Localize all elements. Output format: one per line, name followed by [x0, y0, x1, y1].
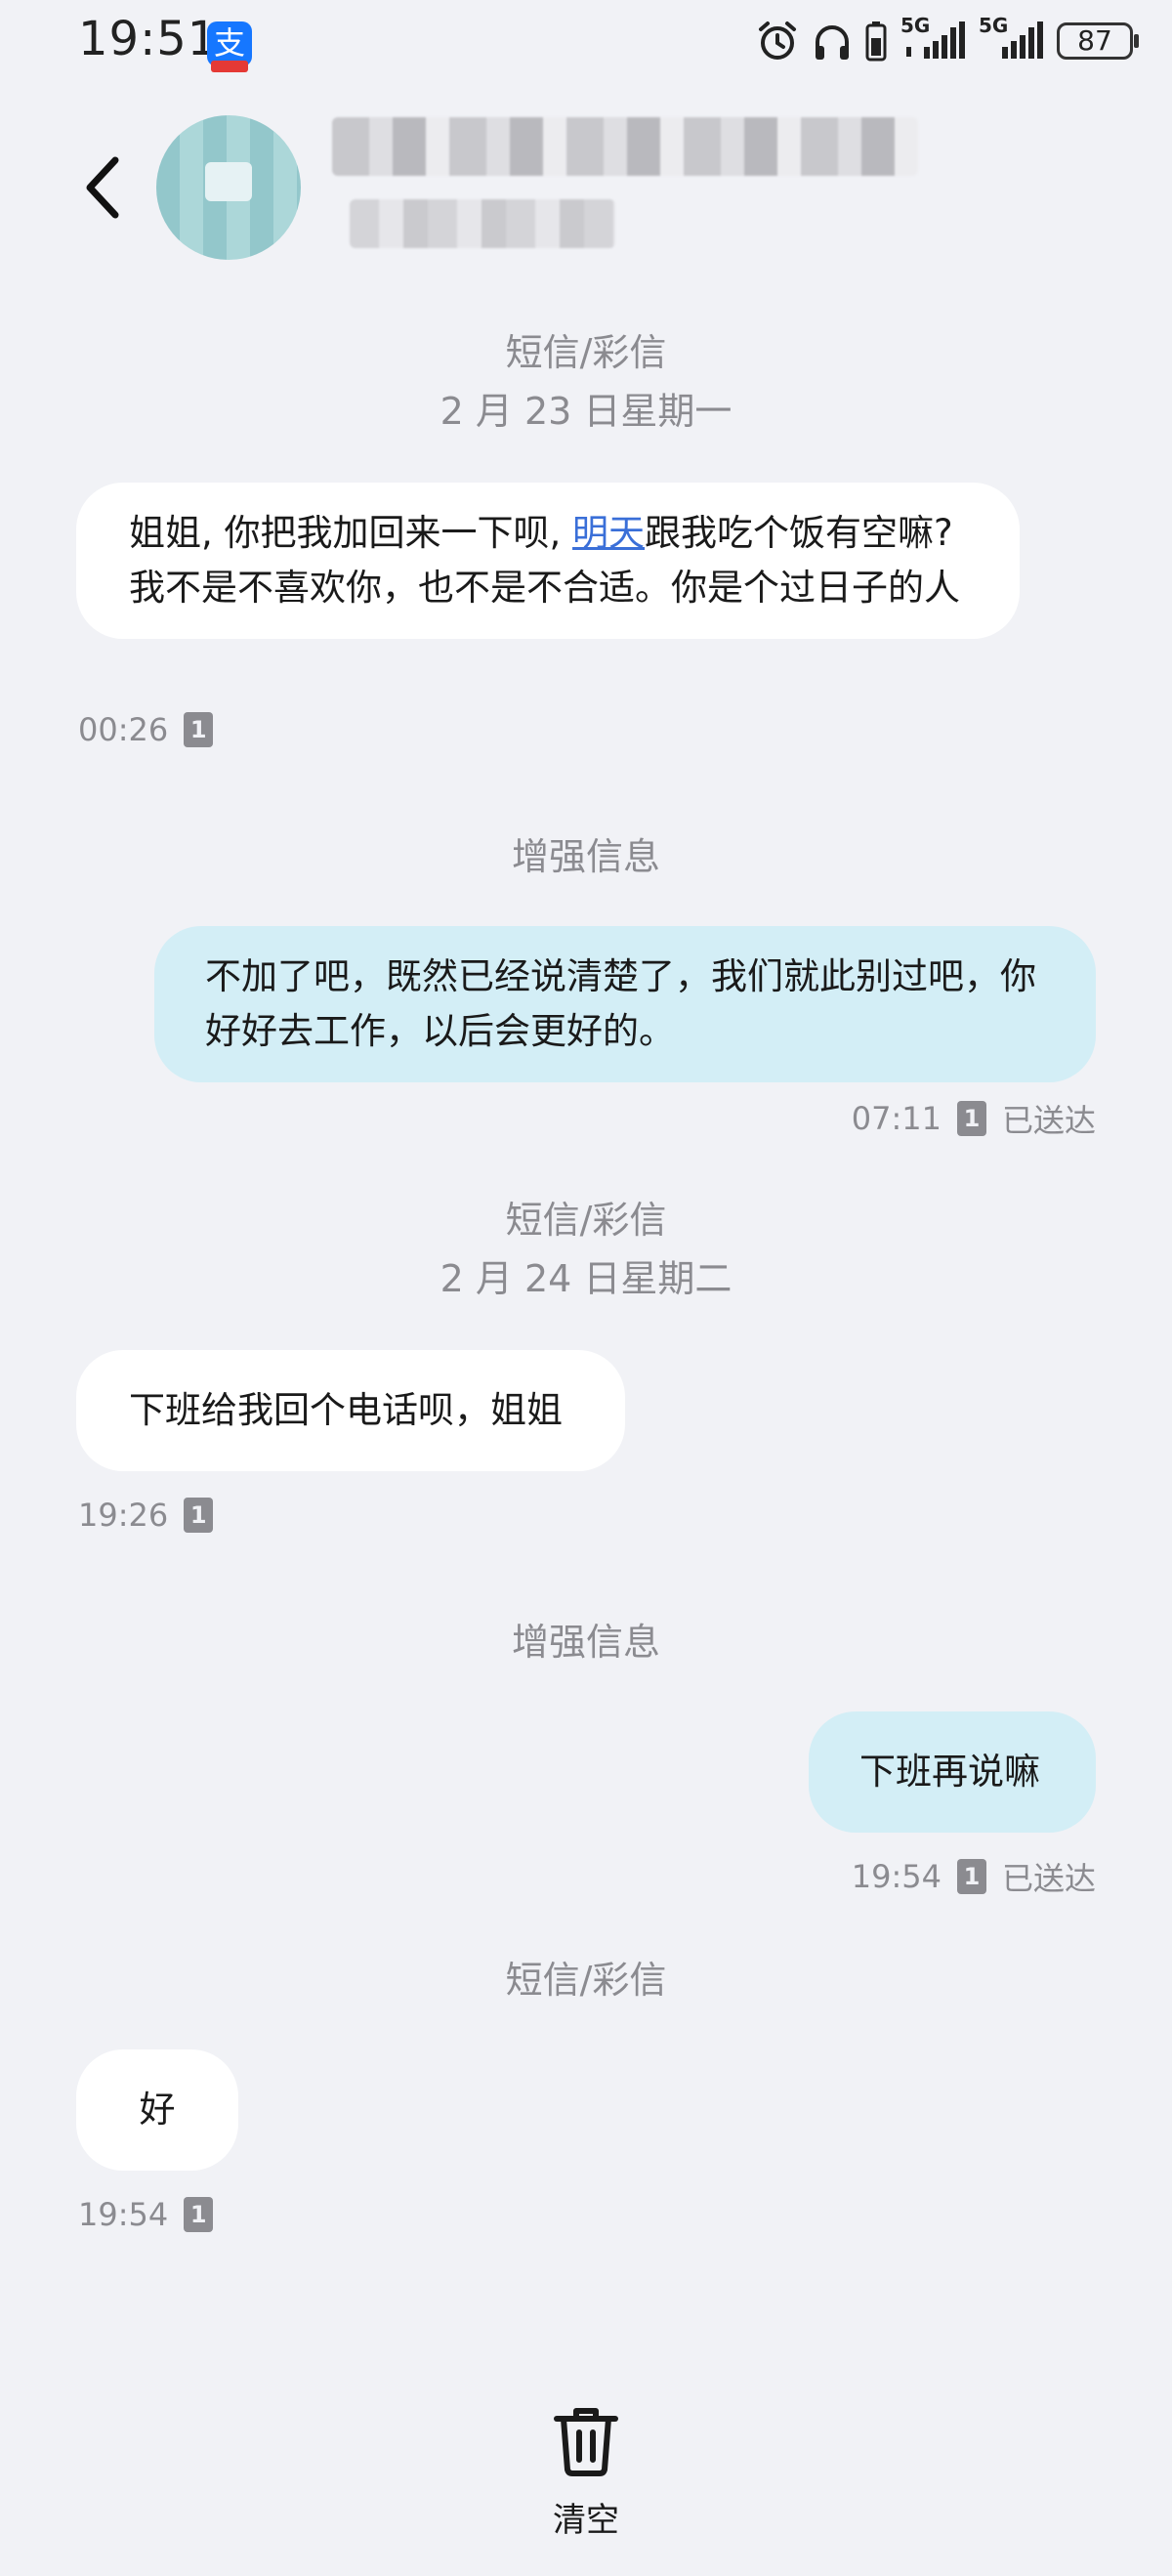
battery-indicator: 87	[1057, 22, 1139, 60]
signal-bars-icon	[906, 21, 965, 59]
message-time: 19:54	[78, 2196, 169, 2233]
message-type-label: 增强信息	[511, 835, 660, 878]
message-type-label: 短信/彩信	[505, 1959, 667, 2002]
delivery-status: 已送达	[1001, 1102, 1096, 1139]
sim-card-icon: 1	[184, 712, 214, 747]
sim-card-icon: 1	[184, 1498, 214, 1533]
date-separator: 2 月 23 日星期一	[440, 390, 732, 433]
headphones-icon	[816, 25, 849, 60]
signal-5g-2: 5G	[979, 14, 1043, 64]
outgoing-message-bubble[interactable]: 下班再说嘛	[809, 1711, 1096, 1833]
clear-button[interactable]: 清空	[527, 2403, 645, 2541]
message-meta: 00:26 1	[78, 711, 214, 748]
alarm-icon	[759, 21, 796, 60]
signal-5g-1: 5G	[900, 14, 965, 64]
delivery-status: 已送达	[1001, 1860, 1096, 1897]
incoming-message-bubble[interactable]: 姐姐, 你把我加回来一下呗, 明天跟我吃个饭有空嘛? 我不是不喜欢你，也不是不合…	[76, 483, 1020, 639]
chevron-left-icon[interactable]	[76, 148, 135, 227]
incoming-message-bubble[interactable]: 好	[76, 2049, 238, 2171]
message-text: 不加了吧，既然已经说清楚了，我们就此别过吧，你好好去工作，以后会更好的。	[205, 955, 1036, 1052]
status-time: 19:51	[78, 12, 219, 66]
message-meta: 19:26 1	[78, 1497, 214, 1534]
message-text: 下班再说嘛	[859, 1751, 1040, 1793]
status-icons: 5G 5G 87	[756, 14, 1139, 64]
message-meta: 19:54 1 已送达	[852, 1854, 1096, 1899]
alipay-app-icon: 支	[207, 21, 252, 72]
message-time: 19:26	[78, 1497, 169, 1534]
trash-icon	[554, 2408, 618, 2476]
status-bar: 19:51 支 5G 5G 87	[0, 0, 1172, 88]
message-time: 07:11	[851, 1100, 942, 1137]
signal-bars-icon	[1002, 21, 1043, 59]
sim-card-icon: 1	[184, 2197, 214, 2232]
sim-card-icon: 1	[956, 1101, 986, 1136]
app-badge-tag	[211, 61, 248, 72]
clear-label: 清空	[553, 2501, 619, 2540]
battery-saver-icon	[865, 21, 887, 62]
date-link[interactable]: 明天	[572, 512, 645, 554]
contact-number-blurred	[350, 199, 615, 248]
battery-level: 87	[1077, 24, 1112, 57]
message-text: 姐姐, 你把我加回来一下呗,	[129, 512, 573, 554]
app-badge-glyph: 支	[213, 24, 245, 62]
avatar[interactable]	[156, 115, 301, 260]
message-type-label: 增强信息	[511, 1621, 660, 1664]
message-type-label: 短信/彩信	[505, 1199, 667, 1242]
sim-card-icon: 1	[956, 1859, 986, 1894]
conversation-header	[0, 98, 1172, 264]
message-type-label: 短信/彩信	[505, 331, 667, 374]
message-time: 00:26	[78, 711, 169, 748]
message-meta: 19:54 1	[78, 2196, 214, 2233]
incoming-message-bubble[interactable]: 下班给我回个电话呗，姐姐	[76, 1350, 625, 1471]
outgoing-message-bubble[interactable]: 不加了吧，既然已经说清楚了，我们就此别过吧，你好好去工作，以后会更好的。	[154, 926, 1096, 1082]
contact-name-blurred[interactable]	[332, 117, 918, 176]
message-time: 19:54	[851, 1858, 942, 1895]
message-meta: 07:11 1 已送达	[852, 1096, 1096, 1141]
message-text: 下班给我回个电话呗，姐姐	[129, 1389, 563, 1431]
message-text: 好	[139, 2089, 176, 2131]
date-separator: 2 月 24 日星期二	[440, 1257, 732, 1300]
